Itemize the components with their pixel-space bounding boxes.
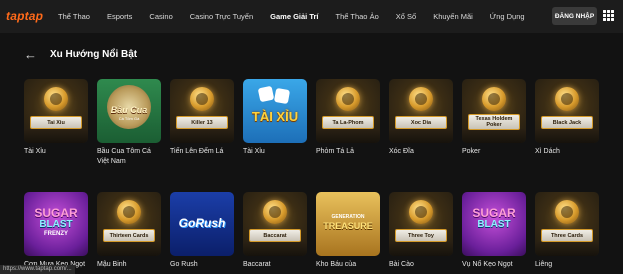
game-name: Vụ Nổ Kẹo Ngọt <box>462 261 513 268</box>
game-name: Tiến Lên Đếm Lá <box>170 148 224 155</box>
game-thumbnail: Thirteen Cards <box>97 192 161 256</box>
game-name: Mậu Binh <box>97 261 127 268</box>
game-tile[interactable]: GENERATION TREASURE Kho Báu của <box>316 192 380 270</box>
game-tile[interactable]: Texas Holdem Poker Poker <box>462 79 526 157</box>
game-emblem-icon <box>336 87 360 111</box>
dice-icon <box>273 87 291 105</box>
game-thumbnail: Three Toy <box>389 192 453 256</box>
game-plate-label: Three Toy <box>395 229 447 242</box>
game-thumbnail: Killer 13 <box>170 79 234 143</box>
game-thumbnail: GENERATION TREASURE <box>316 192 380 256</box>
game-tile[interactable]: Bầu Cua Cá Tôm Gà Bầu Cua Tôm Cá Việt Na… <box>97 79 161 167</box>
game-thumbnail: Baccarat <box>243 192 307 256</box>
game-emblem-icon <box>117 200 141 224</box>
game-name: Tài Xỉu <box>243 148 265 155</box>
apps-grid-icon[interactable] <box>603 10 614 21</box>
game-art-title-2: BLAST <box>39 219 73 230</box>
game-thumbnail: Black Jack <box>535 79 599 143</box>
game-tile[interactable]: TÀI XỈU Tài Xỉu <box>243 79 307 157</box>
game-plate-label: Killer 13 <box>176 116 228 129</box>
game-thumbnail: Texas Holdem Poker <box>462 79 526 143</box>
menu-item-khuyen-mai[interactable]: Khuyến Mãi <box>433 12 473 21</box>
game-tile[interactable]: SUGAR BLAST Vụ Nổ Kẹo Ngọt <box>462 192 526 270</box>
game-art-title: SUGAR <box>472 206 516 220</box>
game-name: Tài Xỉu <box>24 148 46 155</box>
game-emblem-icon <box>555 200 579 224</box>
game-emblem-icon <box>409 200 433 224</box>
game-art-title: SUGAR <box>34 206 78 220</box>
game-tile[interactable]: SUGAR BLAST FRENZY Cơn Mưa Kẹo Ngọt <box>24 192 88 270</box>
game-tile[interactable]: Ta La-Phom Phỏm Tá Lả <box>316 79 380 157</box>
game-name: Kho Báu của <box>316 261 357 268</box>
dice-icon <box>257 85 275 103</box>
game-thumbnail: Three Cards <box>535 192 599 256</box>
main-menu: Thể Thao Esports Casino Casino Trực Tuyế… <box>58 0 542 33</box>
menu-item-the-thao-ao[interactable]: Thể Thao Ảo <box>336 12 379 21</box>
game-name: Phỏm Tá Lả <box>316 148 355 155</box>
section-title: Xu Hướng Nổi Bật <box>50 49 138 60</box>
game-name: Liêng <box>535 261 553 268</box>
game-name: Go Rush <box>170 261 198 268</box>
game-tile[interactable]: Three Toy Bài Cào <box>389 192 453 270</box>
game-plate-label: Tai Xiu <box>30 116 82 129</box>
game-thumbnail: SUGAR BLAST <box>462 192 526 256</box>
login-button[interactable]: ĐĂNG NHẬP <box>552 7 597 25</box>
menu-item-game-giai-tri[interactable]: Game Giải Trí <box>270 12 318 21</box>
game-tile[interactable]: Killer 13 Tiến Lên Đếm Lá <box>170 79 234 157</box>
menu-item-casino[interactable]: Casino <box>149 12 172 21</box>
game-thumbnail: SUGAR BLAST FRENZY <box>24 192 88 256</box>
menu-item-the-thao[interactable]: Thể Thao <box>58 12 90 21</box>
menu-item-xo-so[interactable]: Xổ Số <box>396 12 416 21</box>
game-name: Xì Dách <box>535 148 560 155</box>
game-plate-label: Thirteen Cards <box>103 229 155 242</box>
game-plate-label: Three Cards <box>541 229 593 242</box>
game-emblem-icon <box>555 87 579 111</box>
game-plate-label: Ta La-Phom <box>322 116 374 129</box>
menu-item-esports[interactable]: Esports <box>107 12 132 21</box>
game-emblem-icon <box>190 87 214 111</box>
game-thumbnail: Tai Xiu <box>24 79 88 143</box>
game-art-title: TREASURE <box>323 221 373 231</box>
game-art-subtitle: Cá Tôm Gà <box>118 116 140 121</box>
game-art-subtitle: FRENZY <box>44 231 68 237</box>
game-emblem-icon <box>44 87 68 111</box>
game-name: Xóc Đĩa <box>389 148 414 155</box>
game-tile[interactable]: GoRush Go Rush <box>170 192 234 270</box>
game-plate-label: Texas Holdem Poker <box>468 114 520 130</box>
game-art-title-2: BLAST <box>477 219 511 230</box>
game-name: Poker <box>462 148 481 155</box>
game-thumbnail: GoRush <box>170 192 234 256</box>
game-art-title: GoRush <box>178 216 226 230</box>
game-thumbnail: Ta La-Phom <box>316 79 380 143</box>
game-tile[interactable]: Black Jack Xì Dách <box>535 79 599 157</box>
game-tile[interactable]: Thirteen Cards Mậu Binh <box>97 192 161 270</box>
game-tile[interactable]: Tai Xiu Tài Xỉu <box>24 79 88 157</box>
taptap-logo[interactable]: tap tap <box>6 8 43 24</box>
game-plate-label: Black Jack <box>541 116 593 129</box>
game-art-title: Bầu Cua <box>110 105 148 115</box>
game-thumbnail: Xoc Dia <box>389 79 453 143</box>
game-tile[interactable]: Three Cards Liêng <box>535 192 599 270</box>
game-art-subtitle: GENERATION <box>331 214 365 220</box>
game-thumbnail: Bầu Cua Cá Tôm Gà <box>97 79 161 143</box>
game-tile[interactable]: Baccarat Baccarat <box>243 192 307 270</box>
game-tile[interactable]: Xoc Dia Xóc Đĩa <box>389 79 453 157</box>
game-emblem-icon <box>482 87 506 111</box>
game-thumbnail: TÀI XỈU <box>243 79 307 143</box>
game-emblem-icon <box>263 200 287 224</box>
menu-item-casino-truc-tuyen[interactable]: Casino Trực Tuyến <box>190 12 253 21</box>
game-name: Baccarat <box>243 261 271 268</box>
game-emblem-icon <box>409 87 433 111</box>
arrow-left-icon[interactable]: ← <box>24 48 37 62</box>
game-name: Bài Cào <box>389 261 414 268</box>
game-plate-label: Xoc Dia <box>395 116 447 129</box>
top-nav: tap tap Thể Thao Esports Casino Casino Tr… <box>0 0 623 33</box>
status-bar-url: https://www.taptap.com/... <box>0 265 75 274</box>
game-plate-label: Baccarat <box>249 229 301 242</box>
game-art-title: TÀI XỈU <box>251 109 299 124</box>
game-name: Bầu Cua Tôm Cá Việt Nam <box>97 148 151 165</box>
menu-item-ung-dung[interactable]: Ứng Dụng <box>490 12 525 21</box>
